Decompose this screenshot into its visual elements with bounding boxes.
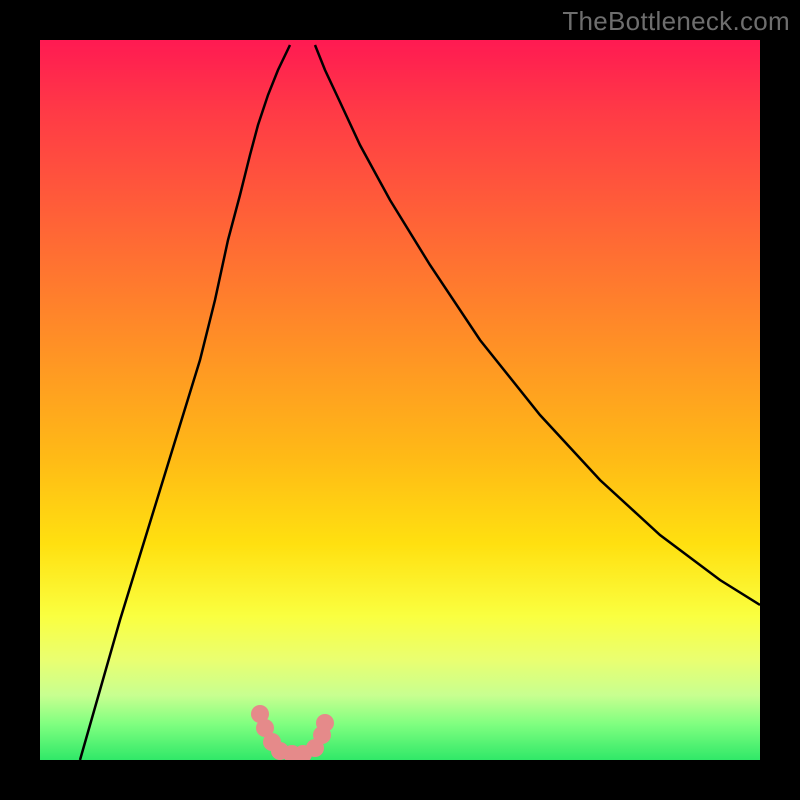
watermark-text: TheBottleneck.com [562,6,790,37]
chart-svg [40,40,760,760]
data-dots [251,705,334,760]
data-dot [316,714,334,732]
chart-plot-area [40,40,760,760]
curve-left [80,45,290,760]
curve-right [315,45,760,605]
